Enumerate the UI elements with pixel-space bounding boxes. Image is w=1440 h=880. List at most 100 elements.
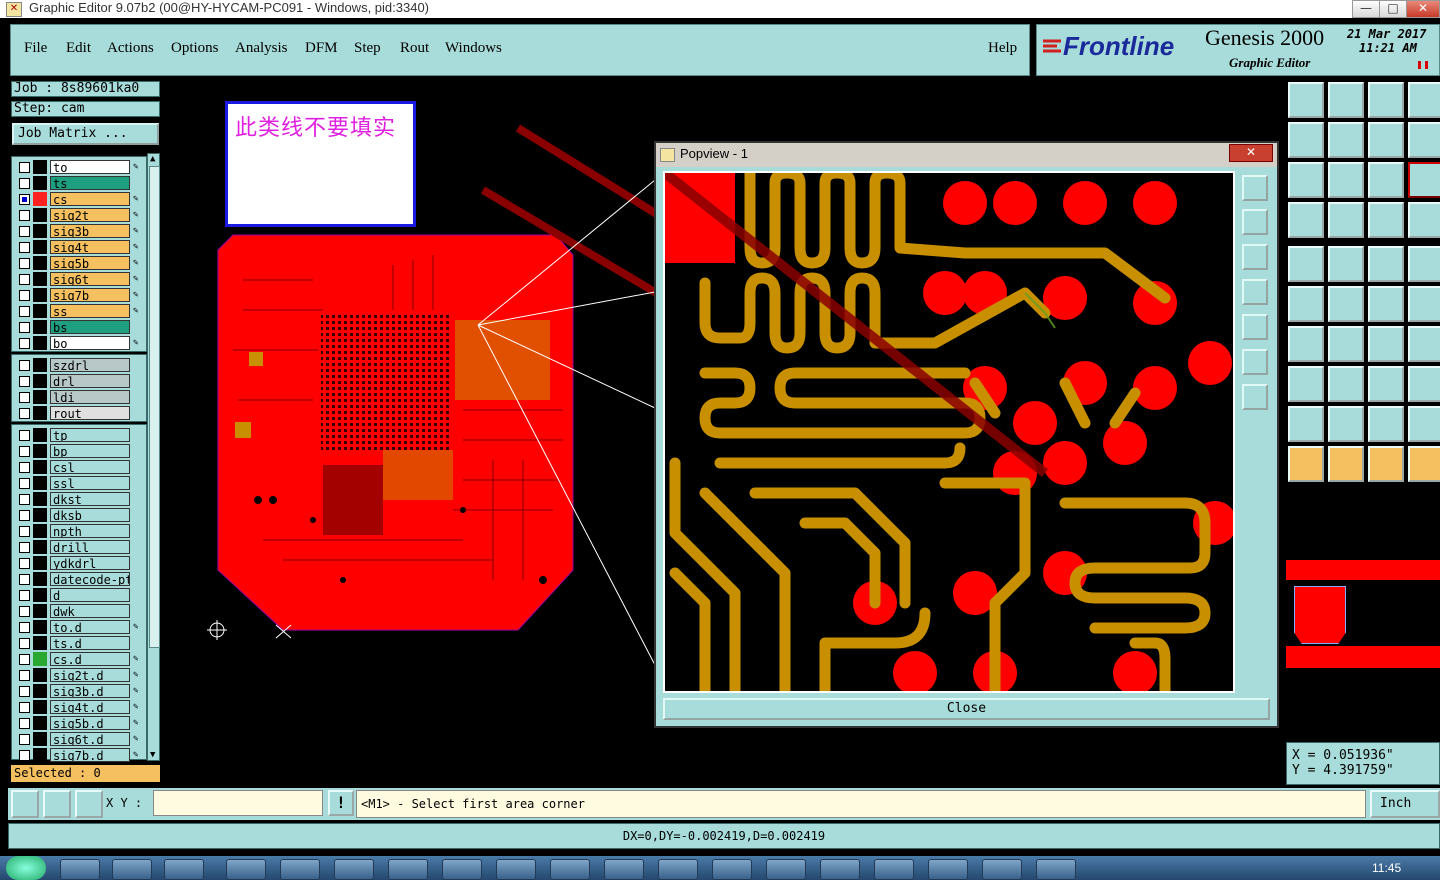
layer-checkbox[interactable] (19, 162, 30, 173)
menu-options[interactable]: Options (171, 40, 219, 57)
pan-up-tool-icon[interactable] (1288, 82, 1324, 118)
slash-alt-tool-icon[interactable] (1328, 326, 1364, 362)
mini-preview[interactable] (1286, 560, 1440, 668)
taskbar-app-icon[interactable] (496, 859, 536, 880)
layer-name[interactable]: sig6t.d (50, 732, 130, 746)
layer-list-scrollbar[interactable]: ▲ ▼ (147, 153, 160, 761)
taskbar-app-icon[interactable] (388, 859, 428, 880)
layer-checkbox[interactable] (19, 258, 30, 269)
zoom-ratio-tool-icon[interactable] (1368, 162, 1404, 198)
measure-tool-icon[interactable] (1288, 202, 1324, 238)
snap-toggle-tool-icon[interactable] (1408, 202, 1440, 238)
layer-row[interactable]: ssl (15, 476, 144, 490)
layer-name[interactable]: ts (50, 176, 130, 190)
layer-checkbox[interactable] (19, 462, 30, 473)
minus-tool-icon[interactable] (1328, 366, 1364, 402)
layer-checkbox[interactable] (19, 590, 30, 601)
layer-checkbox[interactable] (19, 446, 30, 457)
layer-name[interactable]: bo (50, 336, 130, 350)
line-node-alt-tool-icon[interactable] (1408, 286, 1440, 322)
cross-tool-icon[interactable] (1328, 286, 1364, 322)
layer-checkbox[interactable] (19, 574, 30, 585)
layer-checkbox[interactable] (19, 478, 30, 489)
popview-title-bar[interactable]: Popview - 1 ✕ (656, 143, 1277, 167)
menu-analysis[interactable]: Analysis (235, 40, 288, 57)
taskbar-app-icon[interactable] (442, 859, 482, 880)
maximize-button[interactable]: □ (1379, 0, 1407, 18)
layer-row[interactable]: szdrl (15, 358, 144, 372)
layer-row[interactable]: sig6t.d ✎ (15, 732, 144, 746)
layer-row[interactable]: dksb (15, 508, 144, 522)
layer-name[interactable]: datecode-ptc (50, 572, 130, 586)
minimize-button[interactable]: — (1352, 0, 1380, 18)
layer-row[interactable]: npth (15, 524, 144, 538)
job-matrix-button[interactable]: Job Matrix ... (12, 123, 159, 145)
layer-row[interactable]: to ✎ (15, 160, 144, 174)
pan-left-tool-icon[interactable] (1288, 122, 1324, 158)
layer-checkbox[interactable] (19, 718, 30, 729)
alert-icon[interactable]: ! (328, 790, 354, 816)
layer-name[interactable]: szdrl (50, 358, 130, 372)
pause-icon[interactable] (1418, 61, 1428, 69)
ruler-tool-icon[interactable] (1368, 246, 1404, 282)
layer-name[interactable]: ssl (50, 476, 130, 490)
layer-row[interactable]: ldi (15, 390, 144, 404)
layer-row[interactable]: drill (15, 540, 144, 554)
layer-row[interactable]: sig6t ✎ (15, 272, 144, 286)
scroll-up-icon[interactable]: ▲ (150, 154, 155, 164)
layer-row[interactable]: dkst (15, 492, 144, 506)
layer-checkbox[interactable] (19, 338, 30, 349)
menu-actions[interactable]: Actions (107, 40, 154, 57)
layer-row[interactable]: tp (15, 428, 144, 442)
popview-close-icon[interactable]: ✕ (1229, 144, 1273, 162)
layer-name[interactable]: dksb (50, 508, 130, 522)
layer-row[interactable]: csl (15, 460, 144, 474)
close-button[interactable]: ✕ (1406, 0, 1440, 18)
taskbar-app-icon[interactable] (164, 859, 204, 880)
layer-name[interactable]: sig5b.d (50, 716, 130, 730)
layer-row[interactable]: cs ✎ (15, 192, 144, 206)
layer-row[interactable]: ss ✎ (15, 304, 144, 318)
layer-name[interactable]: npth (50, 524, 130, 538)
scroll-down-icon[interactable]: ▼ (150, 750, 155, 760)
pan-down-tool-icon[interactable] (1328, 82, 1364, 118)
taskbar-app-icon[interactable] (874, 859, 914, 880)
grid-icon[interactable] (75, 790, 103, 818)
layer-checkbox[interactable] (19, 322, 30, 333)
layer-name[interactable]: csl (50, 460, 130, 474)
layer-row[interactable]: dwk (15, 604, 144, 618)
layer-name[interactable]: sig3b (50, 224, 130, 238)
zoom-out-icon[interactable] (1242, 384, 1268, 410)
slash-tool-icon[interactable] (1288, 326, 1324, 362)
taskbar-app-icon[interactable] (226, 859, 266, 880)
circle-tool-icon[interactable] (1408, 246, 1440, 282)
menu-help[interactable]: Help (988, 40, 1017, 57)
zoom-window-icon[interactable] (11, 790, 39, 818)
taskbar-app-icon[interactable] (60, 859, 100, 880)
layer-checkbox[interactable] (19, 606, 30, 617)
layer-name[interactable]: dwk (50, 604, 130, 618)
layer-row[interactable]: sig5b ✎ (15, 256, 144, 270)
pad-tool-icon[interactable] (1288, 246, 1324, 282)
menu-windows[interactable]: Windows (445, 40, 502, 57)
layer-checkbox[interactable] (19, 734, 30, 745)
taskbar-app-icon[interactable] (820, 859, 860, 880)
layer-name[interactable]: sig6t (50, 272, 130, 286)
bracket-tool-icon[interactable] (1408, 326, 1440, 362)
taskbar-app-icon[interactable] (112, 859, 152, 880)
triangle-outline-tool-icon[interactable] (1368, 406, 1404, 442)
triangle-x-tool-icon[interactable] (1408, 406, 1440, 442)
layer-checkbox[interactable] (19, 306, 30, 317)
xy-input[interactable] (153, 790, 323, 816)
layer-checkbox[interactable] (19, 194, 30, 205)
select-alt-tool-icon[interactable] (1328, 446, 1364, 482)
grid-tool-icon[interactable] (1328, 202, 1364, 238)
select-tool-icon[interactable] (1288, 446, 1324, 482)
help-tool-icon[interactable] (1408, 162, 1440, 198)
layer-checkbox[interactable] (19, 622, 30, 633)
taskbar-app-icon[interactable] (982, 859, 1022, 880)
layer-name[interactable]: ydkdrl (50, 556, 130, 570)
popview-canvas[interactable] (663, 171, 1235, 693)
layer-checkbox[interactable] (19, 686, 30, 697)
layer-name[interactable]: sig2t (50, 208, 130, 222)
